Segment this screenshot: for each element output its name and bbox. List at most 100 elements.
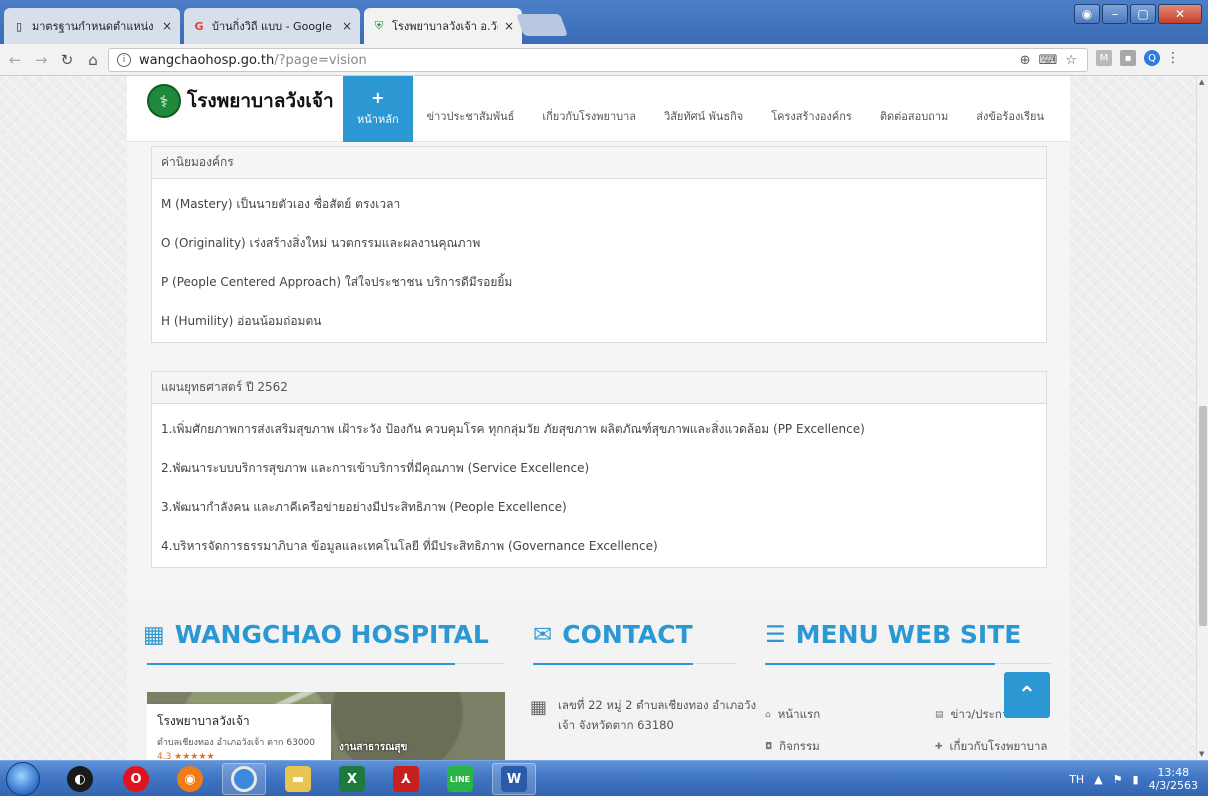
translate-icon[interactable]: ⌨ xyxy=(1039,53,1058,68)
menu-link-label: เกี่ยวกับโรงพยาบาล xyxy=(949,739,1048,753)
tab-close-icon[interactable]: × xyxy=(342,19,352,33)
zoom-icon[interactable]: ⊕ xyxy=(1020,53,1031,68)
nav-home[interactable]: + หน้าหลัก xyxy=(343,76,413,142)
taskbar-acrobat[interactable]: ⅄ xyxy=(384,763,428,795)
scrollbar-thumb[interactable] xyxy=(1199,406,1207,626)
forward-arrow-icon[interactable]: → xyxy=(30,49,52,71)
taskbar-word[interactable]: W xyxy=(492,763,536,795)
list-item: 4.บริหารจัดการธรรมาภิบาล ข้อมูลและเทคโนโ… xyxy=(161,539,658,553)
nav-vision[interactable]: วิสัยทัศน์ พันธกิจ xyxy=(650,76,757,142)
list-icon: ☰ xyxy=(765,621,786,648)
start-button[interactable] xyxy=(6,762,40,796)
page-scrollbar[interactable]: ▲ ▼ xyxy=(1196,76,1208,760)
scroll-down-icon[interactable]: ▼ xyxy=(1199,750,1204,758)
heading-underline xyxy=(765,663,995,665)
back-arrow-icon[interactable]: ← xyxy=(4,49,26,71)
url-path: /?page=vision xyxy=(274,52,367,68)
contact-address: เลขที่ 22 หมู่ 2 ตำบลเชียงทอง อำเภอวังเจ… xyxy=(558,698,757,732)
taskbar-excel[interactable]: X xyxy=(330,763,374,795)
language-indicator[interactable]: TH xyxy=(1069,773,1084,786)
site-header: ⚕ โรงพยาบาลวังเจ้า + หน้าหลัก ข่าวประชาส… xyxy=(127,76,1070,142)
list-item: P (People Centered Approach) ใส่ใจประชาช… xyxy=(161,275,513,289)
url-host: wangchaohosp.go.th xyxy=(139,52,275,68)
strategy-panel: แผนยุทธศาสตร์ ปี 2562 1.เพิ่มศักยภาพการส… xyxy=(151,371,1047,568)
extension-box-icon[interactable]: ▪ xyxy=(1120,50,1136,66)
nav-complaint[interactable]: ส่งข้อร้องเรียน xyxy=(962,76,1058,142)
list-item: 1.เพิ่มศักยภาพการส่งเสริมสุขภาพ เฝ้าระวั… xyxy=(161,422,865,436)
taskbar-line[interactable]: LINE xyxy=(438,763,482,795)
taskbar-opera[interactable]: O xyxy=(114,763,158,795)
tab-title: โรงพยาบาลวังเจ้า อ.วังเจ้า จ. xyxy=(392,20,498,33)
tab-close-icon[interactable]: × xyxy=(504,19,514,33)
browser-tab-3[interactable]: ⛨ โรงพยาบาลวังเจ้า อ.วังเจ้า จ. × xyxy=(364,8,522,44)
chevron-up-icon: ⌃ xyxy=(1017,682,1037,708)
panel-body: M (Mastery) เป็นนายตัวเอง ซื่อสัตย์ ตรงเ… xyxy=(152,179,1046,341)
back-to-top-button[interactable]: ⌃ xyxy=(1004,672,1050,718)
clock[interactable]: 13:48 4/3/2563 xyxy=(1149,766,1198,792)
tab-title: มาตรฐานกำหนดตำแหน่ง พร xyxy=(32,20,156,33)
browser-tab-1[interactable]: ▯ มาตรฐานกำหนดตำแหน่ง พร × xyxy=(4,8,180,44)
browser-toolbar: ← → ↻ ⌂ i wangchaohosp.go.th/?page=visio… xyxy=(0,44,1208,76)
signal-icon[interactable]: ▮ xyxy=(1133,773,1139,786)
envelope-icon: ✉ xyxy=(533,621,553,648)
heading-rule xyxy=(455,663,505,664)
heading-rule xyxy=(693,663,737,664)
heading-underline xyxy=(147,663,455,665)
extension-m-icon[interactable]: M xyxy=(1096,50,1112,66)
new-tab-button[interactable] xyxy=(515,14,569,36)
home-icon: ⌂ xyxy=(765,710,771,720)
scroll-up-icon[interactable]: ▲ xyxy=(1199,78,1204,86)
taskbar-chrome[interactable] xyxy=(222,763,266,795)
nav-label: ส่งข้อร้องเรียน xyxy=(976,110,1045,123)
nav-label: วิสัยทัศน์ พันธกิจ xyxy=(664,110,744,123)
pdf-icon: ⅄ xyxy=(393,766,419,792)
shield-icon: ⛨ xyxy=(374,19,384,32)
minimize-button[interactable]: – xyxy=(1102,4,1128,24)
network-flag-icon[interactable]: ⚑ xyxy=(1113,773,1123,786)
bookmark-star-icon[interactable]: ☆ xyxy=(1065,53,1077,68)
extension-q-icon[interactable]: Q xyxy=(1144,50,1160,66)
building-icon: ▦ xyxy=(143,621,165,648)
taskbar-media-player[interactable]: ◐ xyxy=(58,763,102,795)
hospital-heading: ▦ WANGCHAO HOSPITAL xyxy=(143,620,489,649)
menu-title: MENU WEB SITE xyxy=(795,620,1022,649)
menu-link-home[interactable]: ⌂ หน้าแรก xyxy=(765,706,820,724)
tab-close-icon[interactable]: × xyxy=(162,19,172,33)
taskbar-explorer[interactable]: ▬ xyxy=(276,763,320,795)
nav-contact[interactable]: ติดต่อสอบถาม xyxy=(866,76,962,142)
address-bar[interactable]: i wangchaohosp.go.th/?page=vision ⊕ ⌨ ☆ xyxy=(108,48,1088,72)
map-info-card[interactable]: โรงพยาบาลวังเจ้า ตำบลเชียงทอง อำเภอวังเจ… xyxy=(147,704,331,760)
site-name: โรงพยาบาลวังเจ้า xyxy=(187,90,334,112)
nav-label: ข่าวประชาสัมพันธ์ xyxy=(426,110,515,123)
list-item: O (Originality) เร่งสร้างสิ่งใหม่ นวตกรร… xyxy=(161,236,481,250)
line-icon: LINE xyxy=(447,766,473,792)
home-icon[interactable]: ⌂ xyxy=(82,49,104,71)
menu-link-activity[interactable]: ◘ กิจกรรม xyxy=(765,738,820,756)
nav-about[interactable]: เกี่ยวกับโรงพยาบาล xyxy=(528,76,650,142)
contact-title: CONTACT xyxy=(562,620,693,649)
heading-rule xyxy=(995,663,1051,664)
folder-icon: ▬ xyxy=(285,766,311,792)
window-controls: ◉ – ▢ ✕ xyxy=(1074,4,1202,24)
excel-icon: X xyxy=(339,766,365,792)
show-hidden-icons-icon[interactable]: ▲ xyxy=(1094,773,1102,786)
building-address-icon: ▦ xyxy=(530,697,548,718)
close-window-button[interactable]: ✕ xyxy=(1158,4,1202,24)
nav-structure[interactable]: โครงสร้างองค์กร xyxy=(757,76,866,142)
google-map[interactable]: โรงพยาบาลวังเจ้า ตำบลเชียงทอง อำเภอวังเจ… xyxy=(147,692,505,760)
nav-label: เกี่ยวกับโรงพยาบาล xyxy=(542,110,637,123)
user-icon[interactable]: ◉ xyxy=(1074,4,1100,24)
info-icon[interactable]: i xyxy=(117,53,131,67)
panel-heading: ค่านิยมองค์กร xyxy=(152,147,1046,179)
newspaper-icon: ▤ xyxy=(935,710,944,720)
menu-link-about[interactable]: ✚ เกี่ยวกับโรงพยาบาล xyxy=(935,738,1047,756)
maximize-button[interactable]: ▢ xyxy=(1130,4,1156,24)
site-logo[interactable]: ⚕ โรงพยาบาลวังเจ้า xyxy=(147,84,334,118)
nav-news[interactable]: ข่าวประชาสัมพันธ์ xyxy=(413,76,529,142)
heading-underline xyxy=(533,663,693,665)
reload-icon[interactable]: ↻ xyxy=(56,49,78,71)
taskbar-firefox[interactable]: ◉ xyxy=(168,763,212,795)
browser-menu-icon[interactable]: ⋮ xyxy=(1166,50,1180,66)
menu-link-label: หน้าแรก xyxy=(777,707,821,721)
browser-tab-2[interactable]: G บ้านกิ่งวิถี แบบ - Google Se × xyxy=(184,8,360,44)
